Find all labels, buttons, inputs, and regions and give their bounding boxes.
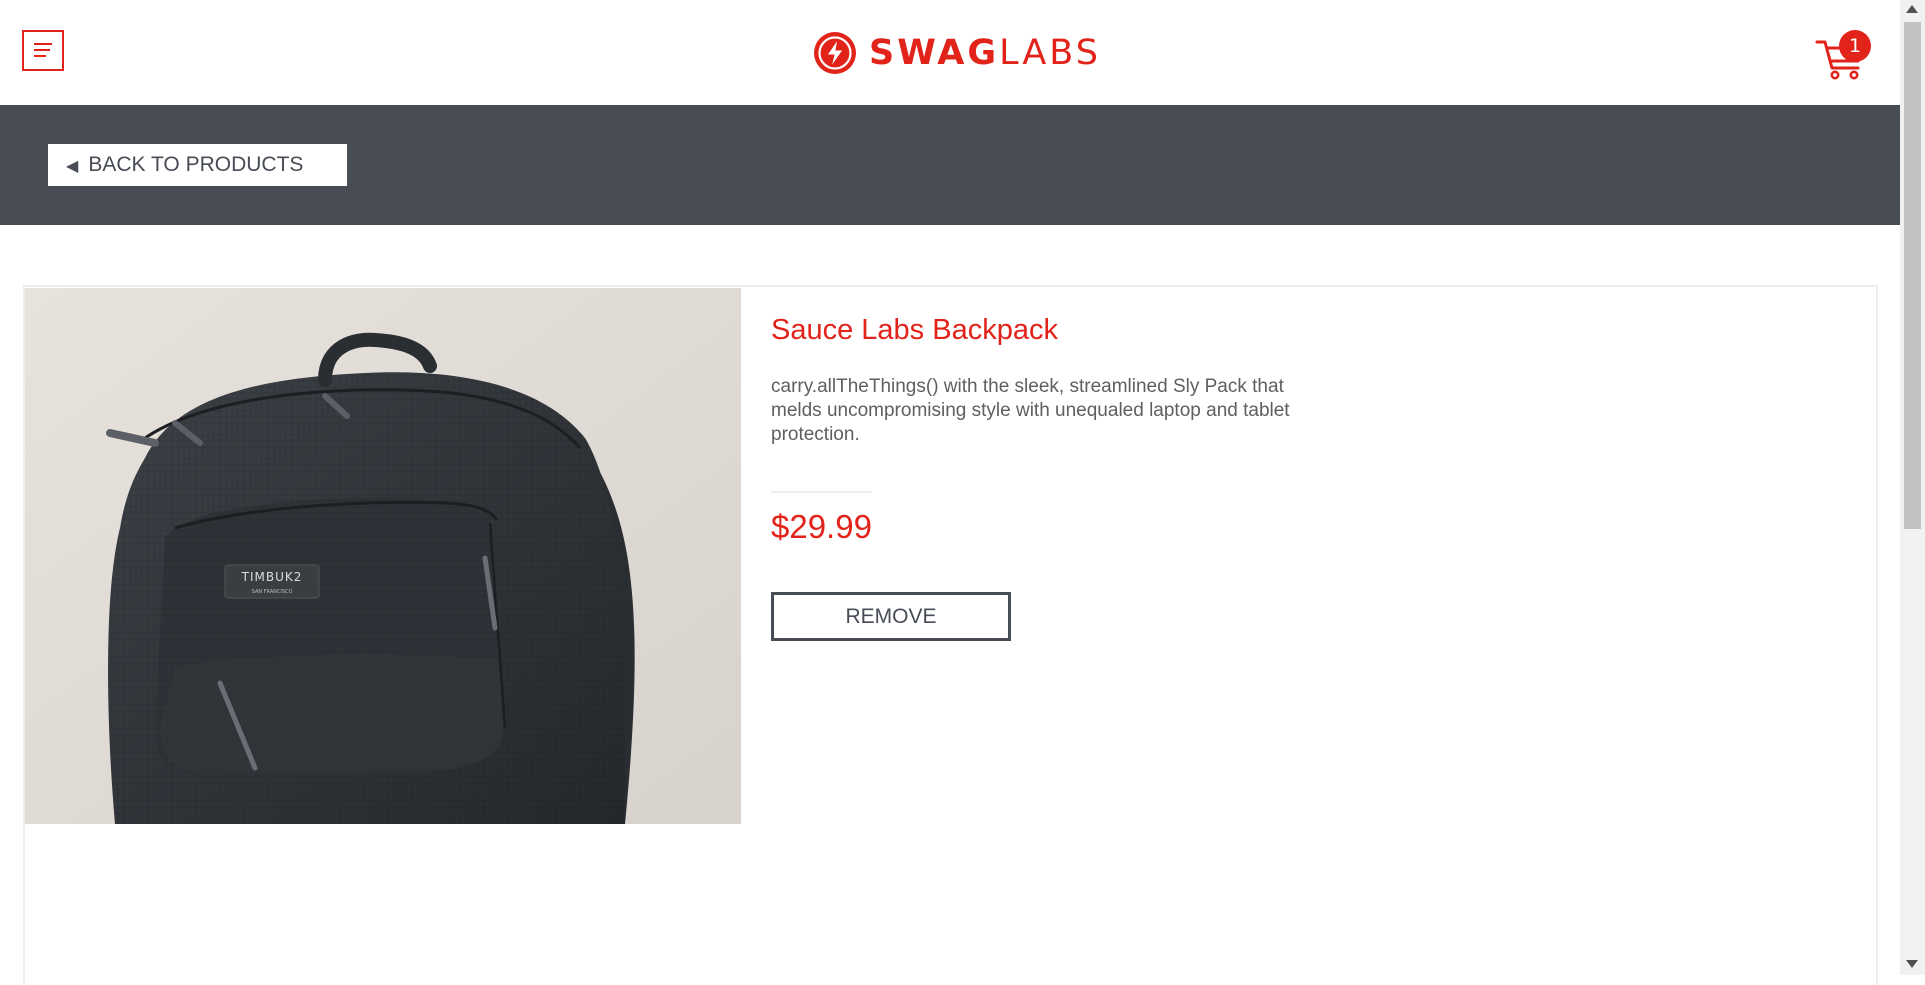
remove-from-cart-button[interactable]: REMOVE [771, 592, 1011, 641]
svg-text:TIMBUK2: TIMBUK2 [241, 570, 303, 584]
product-image: TIMBUK2 SAN FRANCISCO [25, 288, 741, 824]
vertical-scrollbar[interactable] [1900, 0, 1925, 975]
back-to-products-label: BACK TO PRODUCTS [88, 153, 304, 176]
back-to-products-button[interactable]: ◀ BACK TO PRODUCTS [48, 144, 347, 186]
price-divider [771, 491, 872, 493]
product-price: $29.99 [771, 508, 872, 545]
product-description: carry.allTheThings() with the sleek, str… [771, 376, 1290, 445]
scroll-up-arrow-icon[interactable] [1906, 5, 1918, 13]
app-header: SWAGLABS 1 [0, 0, 1900, 105]
menu-button[interactable] [22, 30, 64, 71]
svg-text:SAN FRANCISCO: SAN FRANCISCO [252, 589, 293, 595]
backpack-image: TIMBUK2 SAN FRANCISCO [25, 288, 741, 824]
swag-labs-logo: SWAGLABS [813, 31, 1101, 75]
logo-text: SWAGLABS [869, 33, 1101, 73]
back-arrow-icon: ◀ [66, 155, 79, 175]
cart-count-badge: 1 [1839, 30, 1871, 62]
product-name: Sauce Labs Backpack [771, 314, 1058, 346]
scroll-down-arrow-icon[interactable] [1906, 960, 1918, 968]
lightning-bolt-logo-icon [814, 32, 856, 74]
hamburger-menu-icon [34, 43, 52, 45]
scrollbar-thumb[interactable] [1904, 22, 1921, 529]
